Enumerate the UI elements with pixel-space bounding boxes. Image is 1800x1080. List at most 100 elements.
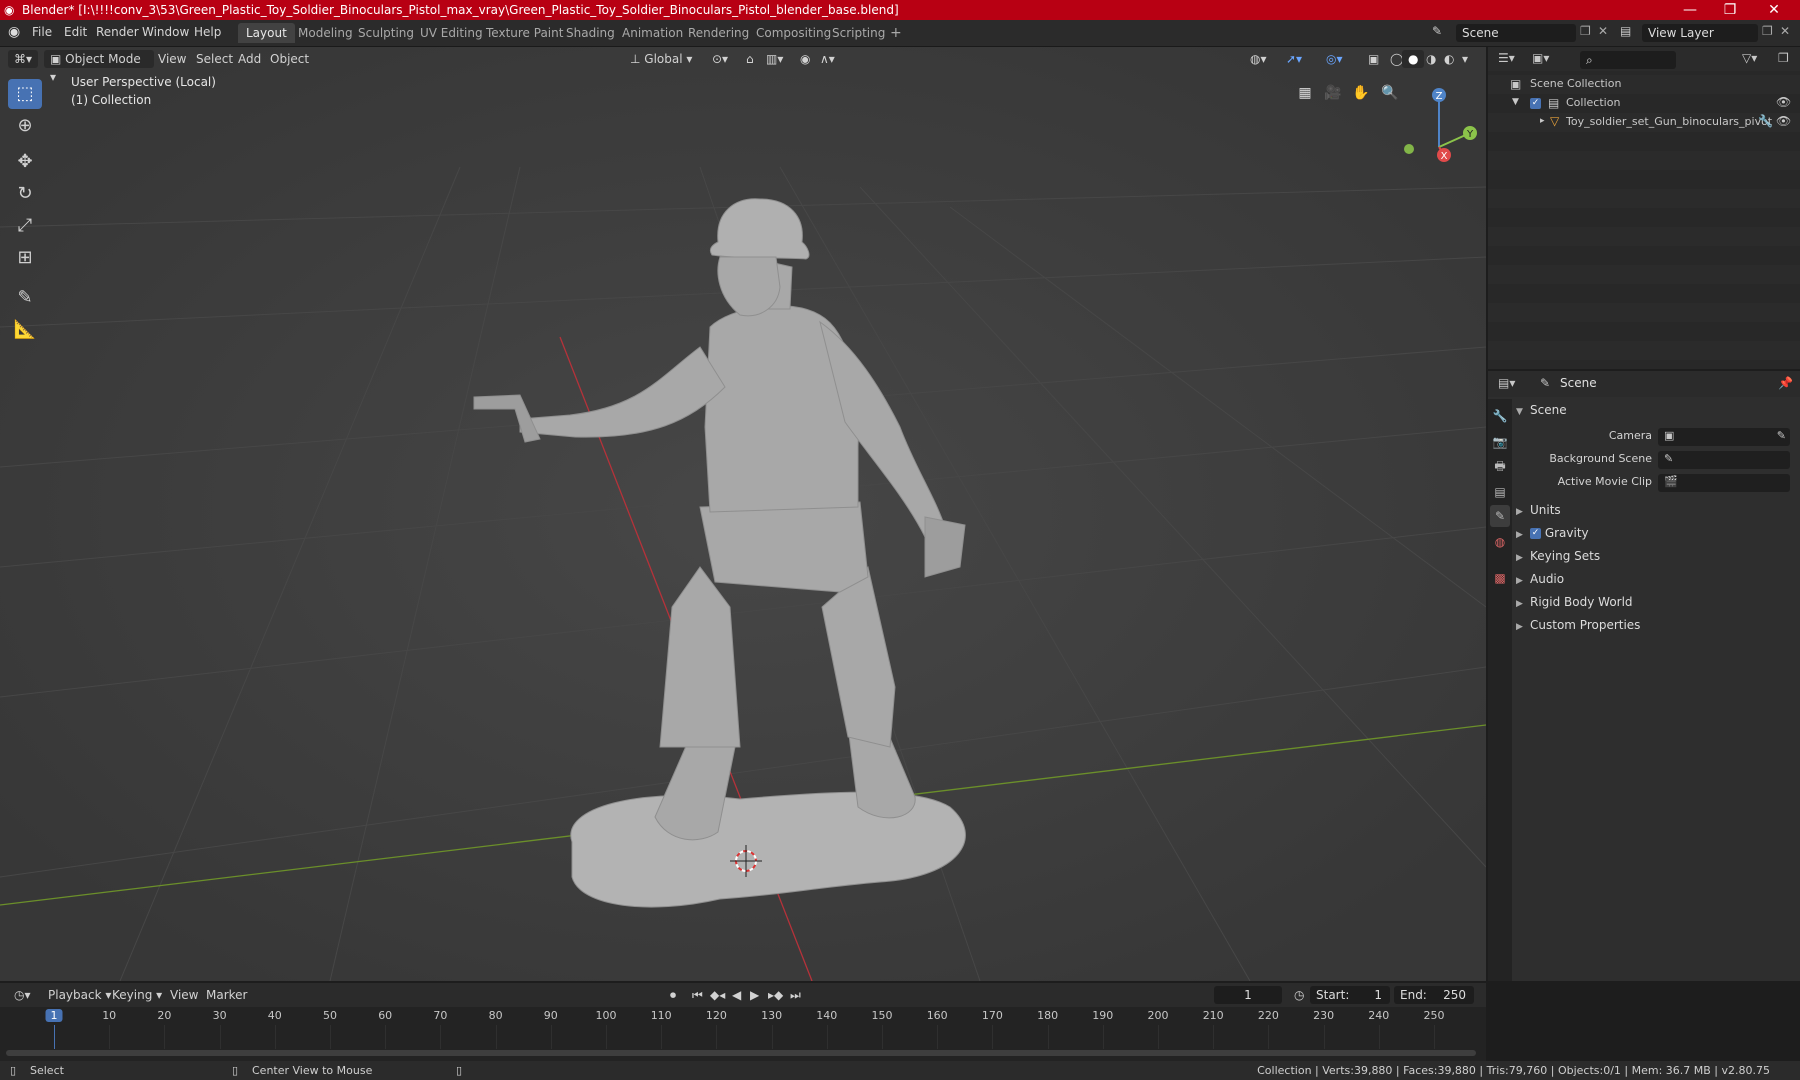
expand-arrow-icon[interactable]: ▼ xyxy=(1512,97,1519,107)
camera-view-icon[interactable]: 🎥 xyxy=(1320,80,1346,106)
view-layer-tab-icon[interactable]: ▤ xyxy=(1490,481,1510,503)
minimize-button[interactable]: — xyxy=(1670,0,1710,20)
pivot-point-icon[interactable]: ⊙▾ xyxy=(706,50,734,68)
eyedropper-icon[interactable]: ✎ xyxy=(1777,429,1786,442)
panel-gravity[interactable]: ▶ ✓ Gravity xyxy=(1516,526,1589,540)
menu-marker[interactable]: Marker xyxy=(200,986,253,1004)
outliner-editor-icon[interactable]: ☰▾ xyxy=(1498,51,1515,65)
render-tab-icon[interactable]: 📷 xyxy=(1490,431,1510,453)
rotate-tool-icon[interactable]: ↻ xyxy=(8,179,42,209)
panel-audio[interactable]: ▶ Audio xyxy=(1516,572,1564,586)
delete-scene-icon[interactable]: ✕ xyxy=(1598,24,1608,38)
frame-tick-label: 80 xyxy=(488,1009,503,1022)
timeline-editor-icon[interactable]: ◷▾ xyxy=(8,986,37,1004)
overlays-icon[interactable]: ◎▾ xyxy=(1320,50,1349,68)
falloff-icon[interactable]: ∧▾ xyxy=(814,50,841,68)
measure-tool-icon[interactable]: 📐 xyxy=(8,315,42,345)
neg-y-axis-handle[interactable] xyxy=(1404,144,1414,154)
gizmo-toggle-icon[interactable]: ➚▾ xyxy=(1280,50,1308,68)
timeline-scrollbar[interactable] xyxy=(6,1050,1476,1056)
close-button[interactable]: ✕ xyxy=(1754,0,1794,20)
add-workspace-button[interactable]: + xyxy=(882,23,910,43)
new-scene-icon[interactable]: ❐ xyxy=(1580,24,1591,38)
current-frame-indicator[interactable]: 1 xyxy=(45,1009,63,1022)
jump-end-icon[interactable]: ⏭ xyxy=(784,986,807,1004)
mode-dropdown[interactable]: ▣ Object Mode ▾ xyxy=(44,50,154,84)
gravity-checkbox[interactable]: ✓ xyxy=(1530,528,1541,539)
outliner-row-scene-collection[interactable]: ▣ Scene Collection xyxy=(1488,75,1800,94)
tab-rendering[interactable]: Rendering xyxy=(680,23,757,43)
cursor-tool-icon[interactable]: ⊕ xyxy=(8,111,42,141)
restore-button[interactable]: ❐ xyxy=(1710,0,1750,20)
menu-help[interactable]: Help xyxy=(194,25,221,39)
current-frame-field[interactable]: 1 xyxy=(1214,986,1282,1004)
editor-type-icon[interactable]: ⌘▾ xyxy=(8,50,39,68)
outliner-search-input[interactable]: ⌕ xyxy=(1580,51,1676,69)
collection-checkbox[interactable]: ✓ xyxy=(1530,96,1541,110)
outliner-row-object[interactable]: ▸ ▽ Toy_soldier_set_Gun_binoculars_pivot… xyxy=(1488,113,1800,132)
eye-icon[interactable]: 👁 xyxy=(1776,95,1791,109)
properties-editor-icon[interactable]: ▤▾ xyxy=(1498,376,1515,390)
menu-edit[interactable]: Edit xyxy=(64,25,87,39)
delete-view-layer-icon[interactable]: ✕ xyxy=(1780,24,1790,38)
clock-icon[interactable]: ◷ xyxy=(1288,986,1310,1004)
visibility-icon[interactable]: ◍▾ xyxy=(1244,50,1273,68)
scale-tool-icon[interactable]: ⤢ xyxy=(8,211,42,241)
blender-menu-icon[interactable]: ◉ xyxy=(8,24,20,40)
select-box-tool-icon[interactable]: ⬚ xyxy=(8,79,42,109)
menu-file[interactable]: File xyxy=(32,25,52,39)
3d-viewport[interactable]: ⌘▾ ▣ Object Mode ▾ View Select Add Objec… xyxy=(0,47,1486,981)
snap-icon[interactable]: ⌂ xyxy=(740,50,760,68)
menu-view[interactable]: View xyxy=(152,50,192,68)
background-scene-field[interactable]: ✎ xyxy=(1658,451,1790,469)
active-movie-clip-field[interactable]: 🎬 xyxy=(1658,474,1790,492)
menu-object[interactable]: Object xyxy=(264,50,315,68)
pin-icon[interactable]: 📌 xyxy=(1778,376,1793,390)
camera-field[interactable]: ▣ ✎ xyxy=(1658,428,1790,446)
annotate-tool-icon[interactable]: ✎ xyxy=(8,283,42,313)
panel-units[interactable]: ▶ Units xyxy=(1516,503,1561,517)
tab-layout[interactable]: Layout xyxy=(238,23,295,43)
transform-orientation-dropdown[interactable]: ⊥ Global ▾ xyxy=(624,50,698,68)
texture-tab-icon[interactable]: ▩ xyxy=(1490,567,1510,589)
pan-hand-icon[interactable]: ✋ xyxy=(1348,80,1374,106)
panel-custom-properties[interactable]: ▶ Custom Properties xyxy=(1516,618,1640,632)
panel-rigid-body-world[interactable]: ▶ Rigid Body World xyxy=(1516,595,1633,609)
new-collection-icon[interactable]: ❐ xyxy=(1778,51,1789,65)
filter-icon[interactable]: ▽▾ xyxy=(1742,51,1757,65)
new-view-layer-icon[interactable]: ❐ xyxy=(1762,24,1773,38)
menu-render[interactable]: Render xyxy=(96,25,139,39)
eye-icon[interactable]: 👁 xyxy=(1776,114,1791,128)
outliner-empty-row xyxy=(1488,170,1800,189)
display-mode-icon[interactable]: ▣▾ xyxy=(1532,51,1549,65)
shading-options-icon[interactable]: ▾ xyxy=(1456,50,1474,68)
move-tool-icon[interactable]: ✥ xyxy=(8,147,42,177)
object-mode-icon: ▣ xyxy=(50,52,62,66)
frame-gridline xyxy=(1158,1025,1159,1049)
transform-tool-icon[interactable]: ⊞ xyxy=(8,243,42,273)
menu-keying[interactable]: Keying ▾ xyxy=(106,986,168,1004)
snap-target-icon[interactable]: ▥▾ xyxy=(760,50,789,68)
scene-tab-icon[interactable]: ✎ xyxy=(1490,505,1510,527)
world-tab-icon[interactable]: ◍ xyxy=(1490,531,1510,553)
tool-tab-icon[interactable]: 🔧 xyxy=(1490,405,1510,427)
panel-scene[interactable]: ▼ Scene xyxy=(1516,403,1567,417)
outliner-row-collection[interactable]: ▼ ✓ ▤ Collection 👁 xyxy=(1488,94,1800,113)
output-tab-icon[interactable]: 🖶 xyxy=(1490,455,1510,477)
xray-icon[interactable]: ▣ xyxy=(1362,50,1385,68)
frame-gridline xyxy=(1434,1025,1435,1049)
frame-gridline xyxy=(440,1025,442,1049)
modifier-wrench-icon[interactable]: 🔧 xyxy=(1758,114,1773,128)
expand-arrow-icon[interactable]: ▸ xyxy=(1540,116,1545,126)
panel-keying-sets[interactable]: ▶ Keying Sets xyxy=(1516,549,1600,563)
start-frame-field[interactable]: Start: 1 xyxy=(1310,986,1390,1004)
end-frame-field[interactable]: End: 250 xyxy=(1394,986,1474,1004)
menu-window[interactable]: Window xyxy=(142,25,189,39)
view-layer-selector[interactable]: View Layer xyxy=(1642,24,1758,42)
orientation-gizmo[interactable]: Z Y X xyxy=(1396,77,1486,167)
scene-selector[interactable]: Scene xyxy=(1456,24,1576,42)
toggle-grid-icon[interactable]: ▦ xyxy=(1292,80,1318,106)
menu-timeline-view[interactable]: View xyxy=(164,986,204,1004)
record-icon[interactable]: ⏺ xyxy=(664,986,682,1004)
menu-add[interactable]: Add xyxy=(232,50,267,68)
